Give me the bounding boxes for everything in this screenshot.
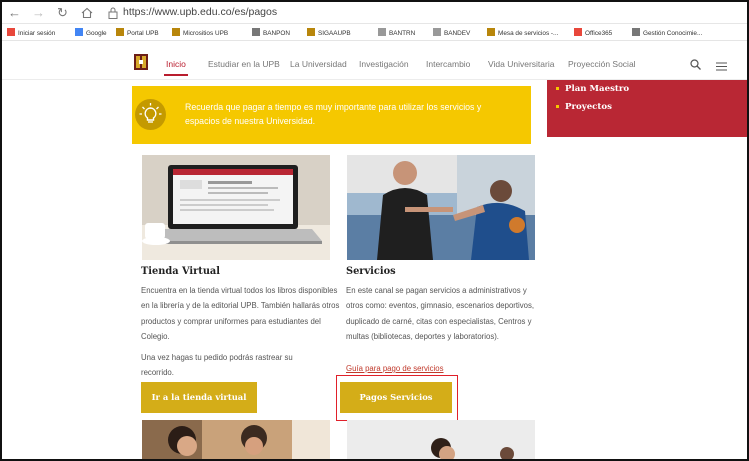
nav-item-investigaci-n[interactable]: Investigación (359, 59, 409, 69)
bookmark-label: Mesa de servicios -... (498, 30, 559, 37)
related-links-panel: Plan Maestro Proyectos (547, 80, 747, 137)
lock-icon (108, 6, 118, 19)
home-icon[interactable] (81, 6, 93, 24)
bookmark-4[interactable]: Micrositios UPB (172, 28, 228, 37)
bookmark-8[interactable]: BANDEV (433, 28, 470, 37)
pagos-servicios-highlight (336, 375, 458, 421)
bookmark-1[interactable]: Iniciar sesión (7, 28, 55, 37)
upb-icon (172, 28, 180, 36)
image-icon (433, 28, 441, 36)
bookmark-label: Iniciar sesión (18, 30, 56, 37)
search-icon[interactable] (690, 57, 701, 75)
bookmark-3[interactable]: Portal UPB (116, 28, 159, 37)
forward-icon[interactable]: → (32, 5, 45, 21)
nav-item-la-universidad[interactable]: La Universidad (290, 59, 347, 69)
menu-icon[interactable] (716, 58, 727, 76)
bookmark-label: BANDEV (444, 30, 471, 37)
tienda-virtual-image (142, 155, 330, 260)
ir-tienda-virtual-button[interactable]: Ir a la tienda virtual (141, 382, 257, 413)
servicios-image (347, 155, 535, 260)
nav-item-estudiar-en-la-upb[interactable]: Estudiar en la UPB (208, 59, 280, 69)
students-image (142, 420, 330, 459)
bookmark-6[interactable]: SIGAAUPB (307, 28, 351, 37)
payment-notice: Recuerda que pagar a tiempo es muy impor… (132, 86, 531, 144)
bookmark-10[interactable]: Office365 (574, 28, 612, 37)
tienda-virtual-tracking-note: Una vez hagas tu pedido podrás rastrear … (141, 353, 293, 378)
upb-icon (307, 28, 315, 36)
bookmarks-bar: Iniciar sesión Google Portal UPB Micrositio… (2, 24, 747, 41)
upb-logo[interactable] (134, 54, 148, 70)
nav-item-vida-universitaria[interactable]: Vida Universitaria (488, 59, 554, 69)
page-icon (252, 28, 260, 36)
google-icon (75, 28, 83, 36)
nav-item-inicio[interactable]: Inicio (166, 59, 186, 69)
bookmark-label: Office365 (585, 30, 613, 37)
bookmark-label: Portal UPB (127, 30, 159, 37)
page-icon (632, 28, 640, 36)
nav-item-proyecci-n-social[interactable]: Proyección Social (568, 59, 636, 69)
bookmark-7[interactable]: BANTRN (378, 28, 415, 37)
bookmark-5[interactable]: BANPON (252, 28, 290, 37)
office-icon (574, 28, 582, 36)
active-nav-underline (164, 74, 188, 76)
servicios-description: En este canal se pagan servicios a admin… (346, 286, 535, 341)
url-text[interactable]: https://www.upb.edu.co/es/pagos (123, 6, 277, 18)
servicios-title: Servicios (346, 266, 396, 277)
reload-icon[interactable]: ↻ (57, 5, 68, 21)
tienda-virtual-title: Tienda Virtual (141, 266, 221, 277)
bookmark-label: BANTRN (389, 30, 416, 37)
windows-icon (7, 28, 15, 36)
bookmark-label: SIGAAUPB (318, 30, 351, 37)
nav-item-intercambio[interactable]: Intercambio (426, 59, 470, 69)
bookmark-11[interactable]: Gestión Conocimie... (632, 28, 702, 37)
plan-maestro-link[interactable]: Plan Maestro (555, 84, 629, 94)
browser-window: ← → ↻ https://www.upb.edu.co/es/pagos In… (0, 0, 749, 461)
bookmark-label: BANPON (263, 30, 290, 37)
bookmark-label: Google (86, 30, 107, 37)
notice-text: Recuerda que pagar a tiempo es muy impor… (185, 102, 482, 126)
bookmark-9[interactable]: Mesa de servicios -... (487, 28, 558, 37)
guia-pago-servicios-link[interactable]: Guía para pago de servicios (346, 364, 444, 373)
upb-icon (487, 28, 495, 36)
lightbulb-icon (135, 99, 166, 130)
bookmark-2[interactable]: Google (75, 28, 107, 37)
image-icon (378, 28, 386, 36)
back-icon[interactable]: ← (8, 5, 21, 21)
address-bar: ← → ↻ https://www.upb.edu.co/es/pagos (2, 2, 747, 24)
people-image (347, 420, 535, 459)
upb-icon (116, 28, 124, 36)
bookmark-label: Gestión Conocimie... (643, 30, 703, 37)
site-header: Inicio Estudiar en la UPB La Universidad In… (2, 42, 747, 80)
bookmark-label: Micrositios UPB (183, 30, 229, 37)
proyectos-link[interactable]: Proyectos (556, 102, 612, 112)
tienda-virtual-description: Encuentra en la tienda virtual todos los… (141, 286, 340, 341)
